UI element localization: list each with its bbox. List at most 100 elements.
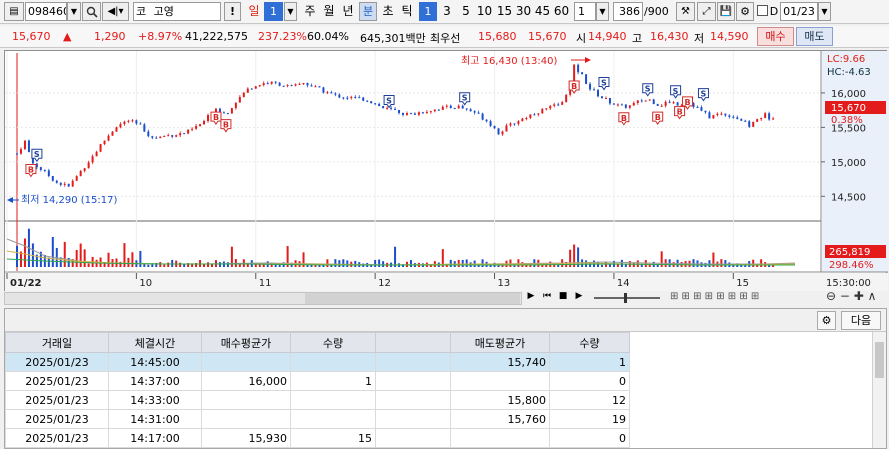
cell-buy-qty: [290, 409, 376, 429]
table-row[interactable]: 2025/01/23 14:33:00 15,800 12: [5, 390, 630, 410]
period-minute-button[interactable]: 분: [359, 2, 377, 21]
table-header: 거래일 체결시간 매수평균가 수량 매도평균가 수량: [5, 332, 630, 353]
chart-scrollbar[interactable]: [4, 292, 522, 305]
scroll-right-icon[interactable]: ▶: [524, 291, 538, 305]
chart-tools-icon[interactable]: ⚒: [676, 2, 695, 21]
alert-button[interactable]: !: [224, 2, 241, 21]
candle-body: [529, 114, 532, 118]
candle-body: [577, 64, 580, 73]
rewind-icon[interactable]: ⏮: [540, 291, 554, 305]
chart-canvas[interactable]: BSBBS SB SBSBSBBS 최고 16,430 (13:40) 최저 14,…: [5, 51, 888, 292]
market-prefix: 코: [136, 5, 147, 18]
search-icon[interactable]: [82, 2, 101, 21]
period-month-button[interactable]: 월: [320, 2, 338, 21]
interval-button-1[interactable]: 1: [419, 2, 437, 21]
candle-body: [589, 83, 592, 90]
col-trade-date[interactable]: 거래일: [5, 332, 109, 353]
speed-slider[interactable]: [594, 293, 660, 303]
play-icon[interactable]: ▶: [572, 291, 586, 305]
col-exec-time[interactable]: 체결시간: [108, 332, 202, 353]
marker-label: B: [571, 82, 577, 91]
zoom-icons[interactable]: ⊖ − ✚ ∧: [826, 289, 876, 303]
col-sell-avg[interactable]: 매도평균가: [450, 332, 550, 353]
sound-icon[interactable]: ◀|▾: [102, 2, 129, 21]
table-row[interactable]: 2025/01/23 14:37:00 16,000 1 0: [5, 371, 630, 391]
stock-name-field[interactable]: 코 고영: [133, 2, 221, 21]
period-second-button[interactable]: 초: [379, 2, 397, 21]
interval-button-15[interactable]: 15: [495, 2, 514, 21]
interval-button-5[interactable]: 5: [457, 2, 475, 21]
chart-tool-icons[interactable]: ⊞ ⊞ ⊞ ⊞ ⊞ ⊞ ⊞ ⊞: [670, 291, 759, 302]
period-week-button[interactable]: 주: [301, 2, 319, 21]
stock-code-input[interactable]: 098460: [25, 2, 67, 21]
volume-bar: [449, 259, 452, 267]
period-number[interactable]: 1: [264, 2, 283, 21]
date-input[interactable]: 01/23: [780, 2, 818, 21]
candle-body: [159, 136, 162, 139]
table-row[interactable]: 2025/01/23 14:17:00 15,930 15 0: [5, 428, 630, 448]
grid-scroll-thumb[interactable]: [875, 342, 884, 378]
candle-body: [517, 121, 520, 124]
period-dropdown-icon[interactable]: ▼: [284, 2, 297, 21]
period-tick-button[interactable]: 틱: [398, 2, 416, 21]
table-row[interactable]: 2025/01/23 14:45:00 15,740 1: [5, 352, 630, 372]
candle-body: [648, 99, 651, 101]
candle-body: [270, 81, 273, 84]
sell-button[interactable]: 매도: [796, 27, 833, 46]
period-day-button[interactable]: 일: [245, 2, 263, 21]
grid-settings-icon[interactable]: ⚙: [817, 311, 836, 330]
period-year-button[interactable]: 년: [339, 2, 357, 21]
table-row[interactable]: 2025/01/23 14:31:00 15,760 19: [5, 409, 630, 429]
buy-button[interactable]: 매수: [757, 27, 794, 46]
data-count-input[interactable]: 386: [613, 2, 643, 21]
interval-button-60[interactable]: 60: [552, 2, 571, 21]
cell-buy-avg: [201, 390, 291, 410]
save-icon[interactable]: 💾: [717, 2, 735, 21]
interval-button-30[interactable]: 30: [514, 2, 533, 21]
settings-icon[interactable]: ⚙: [736, 2, 754, 21]
candle-body: [378, 103, 381, 107]
candle-body: [656, 104, 659, 106]
candle-body: [274, 81, 277, 83]
candle-body: [668, 101, 671, 103]
col-blank[interactable]: [375, 332, 451, 353]
interval-button-10[interactable]: 10: [475, 2, 494, 21]
volume-bar: [83, 249, 86, 267]
scrollbar-thumb[interactable]: [305, 293, 520, 304]
candle-body: [358, 97, 361, 99]
grid-vertical-scrollbar[interactable]: [872, 332, 886, 448]
col-sell-qty[interactable]: 수량: [549, 332, 630, 353]
volume-bar: [604, 262, 607, 267]
cell-date: 2025/01/23: [5, 428, 109, 448]
stop-icon[interactable]: ■: [556, 291, 570, 305]
col-buy-avg[interactable]: 매수평균가: [201, 332, 291, 353]
candle-body: [553, 104, 556, 106]
drawing-icon[interactable]: ⤢: [697, 2, 716, 21]
candle-body: [581, 72, 584, 75]
high-label: 고: [632, 32, 643, 45]
candle-body: [79, 170, 82, 177]
calendar-dropdown-icon[interactable]: ▼: [818, 2, 831, 21]
cell-sell-avg: [450, 371, 550, 391]
next-button[interactable]: 다음: [841, 311, 881, 330]
interval-button-45[interactable]: 45: [533, 2, 552, 21]
candle-body: [672, 102, 675, 104]
candle-body: [27, 140, 30, 152]
speed-slider-thumb[interactable]: [624, 293, 627, 303]
date-checkbox[interactable]: [757, 5, 768, 16]
volume-bar: [226, 262, 229, 267]
open-price: 14,940: [588, 30, 627, 43]
candle-body: [302, 83, 305, 85]
volume-bar: [127, 257, 130, 267]
stock-name: 고영: [153, 5, 174, 18]
price-chart[interactable]: BSBBSSBSBSBSBBS 최고 16,430 (13:40) 최저 14,…: [4, 50, 888, 292]
interval-select[interactable]: 1: [574, 2, 596, 21]
interval-button-3[interactable]: 3: [438, 2, 456, 21]
candle-body: [366, 100, 369, 102]
interval-dropdown-icon[interactable]: ▼: [596, 2, 609, 21]
code-dropdown-icon[interactable]: ▼: [67, 2, 81, 21]
volume-ratio: 237.23%: [258, 30, 307, 43]
window-menu-icon[interactable]: ▤: [4, 2, 24, 21]
col-buy-qty[interactable]: 수량: [290, 332, 376, 353]
candle-body: [234, 102, 237, 109]
